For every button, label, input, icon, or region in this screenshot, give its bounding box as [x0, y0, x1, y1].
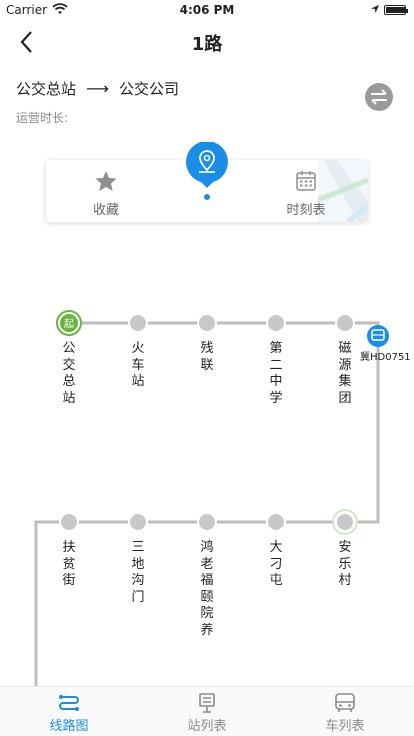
- tab-route-map-label: 线路图: [49, 719, 89, 734]
- timetable-label: 时刻表: [286, 203, 326, 218]
- stop-label[interactable]: 大刁屯: [268, 540, 284, 590]
- locate-button[interactable]: [185, 141, 229, 200]
- swap-icon: [371, 89, 387, 105]
- status-bar: Carrier 4:06 PM: [0, 0, 414, 20]
- route-map: 起 公交总站 火车站 残联 第二中学 磁源集团安乐村 大刁屯 鸿老福颐院养 三地沟门 扶贫街 冀…: [0, 300, 414, 690]
- star-icon: [95, 171, 117, 191]
- stop-label[interactable]: 火车站: [130, 341, 146, 391]
- location-pin-icon: [186, 141, 228, 200]
- tab-bus-list[interactable]: 车列表: [276, 687, 414, 736]
- swap-direction-button[interactable]: [365, 83, 393, 111]
- calendar-icon: [296, 171, 316, 191]
- stop-marker[interactable]: [268, 315, 284, 331]
- bus-icon: [335, 693, 355, 712]
- route-map-icon: [59, 695, 79, 711]
- operating-hours-label: 运营时长:: [16, 111, 69, 125]
- stop-label[interactable]: 磁源集团: [337, 341, 353, 407]
- bus-stop-icon: [199, 693, 215, 713]
- tab-route-map[interactable]: 线路图: [0, 687, 138, 736]
- stop-label[interactable]: 公交总站: [61, 341, 77, 407]
- stop-marker[interactable]: [337, 315, 353, 331]
- stop-marker[interactable]: [337, 514, 353, 530]
- stop-marker[interactable]: [130, 514, 146, 530]
- tab-stop-list-label: 站列表: [187, 719, 227, 734]
- favorite-label: 收藏: [92, 203, 119, 218]
- navigation-bar: 1路: [0, 20, 414, 64]
- battery-icon: [384, 5, 408, 15]
- clock: 4:06 PM: [179, 3, 235, 17]
- location-arrow-icon: [370, 3, 380, 17]
- favorite-button[interactable]: 收藏: [86, 170, 126, 218]
- route-end: 公交公司: [118, 80, 179, 98]
- page-title: 1路: [191, 34, 223, 55]
- stop-label[interactable]: 扶贫街: [61, 540, 77, 590]
- timetable-button[interactable]: 时刻表: [280, 170, 332, 218]
- stop-marker[interactable]: [199, 315, 215, 331]
- stop-label[interactable]: 第二中学: [268, 341, 284, 407]
- stop-label[interactable]: 安乐村: [337, 540, 353, 590]
- tab-bar: 线路图 站列表 车列表: [0, 686, 414, 736]
- stop-marker[interactable]: [199, 514, 215, 530]
- route-info: 公交总站 ⟶ 公交公司 运营时长:: [16, 78, 396, 126]
- stop-marker[interactable]: [130, 315, 146, 331]
- start-badge-text: 起: [64, 318, 74, 330]
- stop-marker[interactable]: [268, 514, 284, 530]
- route-start: 公交总站: [16, 80, 77, 98]
- stop-marker[interactable]: [61, 514, 77, 530]
- route-arrow: ⟶: [86, 79, 109, 98]
- tab-stop-list[interactable]: 站列表: [138, 687, 276, 736]
- stop-label[interactable]: 三地沟门: [130, 540, 146, 606]
- stop-label[interactable]: 残联: [199, 341, 215, 374]
- route-endpoints: 公交总站 ⟶ 公交公司: [16, 78, 396, 99]
- bus-marker[interactable]: [367, 325, 389, 347]
- bus-plate-label: 冀HD0751: [360, 352, 411, 363]
- stop-label[interactable]: 鸿老福颐院养: [199, 540, 215, 639]
- tab-bus-list-label: 车列表: [325, 719, 365, 734]
